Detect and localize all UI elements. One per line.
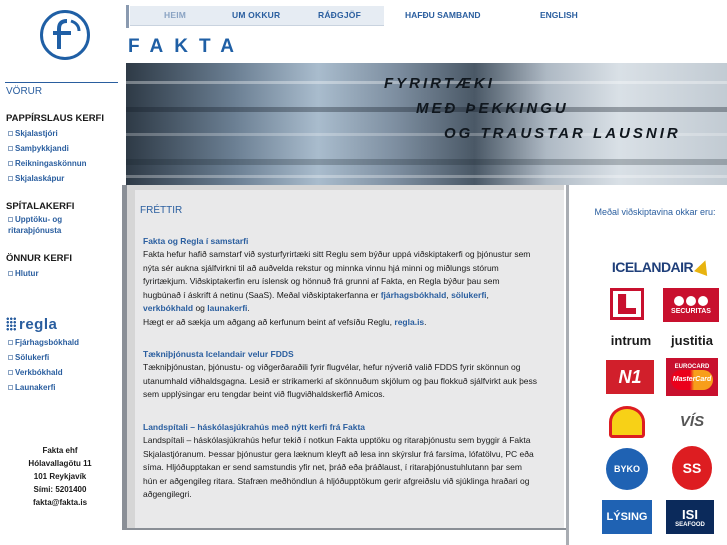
- fakta-logo[interactable]: [40, 10, 90, 60]
- english-link[interactable]: ENGLISH: [540, 10, 578, 20]
- bullet-icon: [8, 176, 13, 182]
- company-address: Fakta ehf Hólavallagötu 11 101 Reykjavík…: [20, 444, 100, 509]
- news-heading: FRÉTTIR: [140, 205, 183, 216]
- address-street: Hólavallagötu 11: [28, 459, 92, 468]
- tab-heim[interactable]: HEIM: [164, 10, 186, 20]
- banner-line-1: FYRIRTÆKI: [384, 75, 495, 92]
- shell-icon: [609, 406, 645, 438]
- main-nav: HEIM UM OKKUR RÁÐGJÖF: [130, 6, 384, 26]
- tab-um-okkur[interactable]: UM OKKUR: [232, 10, 280, 20]
- news-body: Landspítali – háskólasjúkrahús hefur tek…: [143, 435, 534, 499]
- bullet-icon: [8, 271, 13, 277]
- bullet-icon: [8, 340, 13, 346]
- bullet-icon: [8, 131, 13, 137]
- logo-byko[interactable]: BYKO: [606, 448, 648, 490]
- sidebar-item-verkbokhald[interactable]: Verkbókhald: [8, 367, 63, 378]
- bullet-icon: [8, 217, 13, 223]
- securitas-dots-icon: [674, 295, 708, 306]
- sidebar-item-upptoku[interactable]: Upptöku- og ritaraþjónusta: [8, 214, 88, 236]
- sidebar-section-spitalakerfi: SPÍTALAKERFI: [6, 201, 75, 212]
- hero-banner: FYRIRTÆKI MEÐ ÞEKKINGU OG TRAUSTAR LAUSN…: [126, 63, 727, 185]
- sidebar-item-skjalaskapur[interactable]: Skjalaskápur: [8, 173, 64, 184]
- bullet-icon: [8, 355, 13, 361]
- banner-line-2: MEÐ ÞEKKINGU: [416, 100, 569, 117]
- address-phone: Sími: 5201400: [33, 485, 87, 494]
- tab-radgjof[interactable]: RÁÐGJÖF: [318, 10, 361, 20]
- banner-line-3: OG TRAUSTAR LAUSNIR: [444, 125, 681, 142]
- regla-logo[interactable]: regla: [6, 316, 57, 333]
- sidebar-top-rule: [5, 82, 118, 83]
- sidebar-item-launakerfi[interactable]: Launakerfi: [8, 382, 55, 393]
- logo-ss[interactable]: SS: [672, 446, 712, 490]
- logo-shell[interactable]: [606, 402, 648, 442]
- sidebar-section-onnur-kerfi: ÖNNUR KERFI: [6, 253, 72, 264]
- page: HEIM UM OKKUR RÁÐGJÖF HAFÐU SAMBAND ENGL…: [0, 0, 727, 545]
- news-item: Fakta og Regla í samstarfi Fakta hefur h…: [143, 235, 538, 329]
- link-solukerfi[interactable]: sölukerfi: [451, 290, 486, 300]
- regla-dots-icon: [6, 317, 16, 331]
- logo-isi-seafood[interactable]: ISI SEAFOOD: [666, 500, 714, 534]
- logo-vis[interactable]: VÍS: [670, 405, 714, 437]
- sidebar-item-hlutur[interactable]: Hlutur: [8, 268, 39, 279]
- bullet-icon: [8, 370, 13, 376]
- sidebar-item-sampykkjandi[interactable]: Samþykkjandi: [8, 143, 69, 154]
- sidebar-section-pappirslaus: PAPPÍRSLAUS KERFI: [6, 113, 105, 124]
- sidebar-item-reikningaskonnun[interactable]: Reikningaskönnun: [8, 158, 87, 169]
- logo-n1[interactable]: N1: [606, 360, 654, 394]
- news-body: Tækniþjónustan, þjónustu- og viðgerðarað…: [143, 362, 538, 399]
- news-title[interactable]: Landspítali – háskólasjúkrahús með nýtt …: [143, 421, 538, 434]
- link-verkbokhald[interactable]: verkbókhald: [143, 303, 193, 313]
- sidebar-item-fjarhagsbokhald[interactable]: Fjárhagsbókhald: [8, 337, 79, 348]
- icelandair-wing-icon: [694, 258, 713, 276]
- content-right-border: [566, 185, 569, 545]
- bullet-icon: [8, 385, 13, 391]
- sidebar-vorur[interactable]: VÖRUR: [6, 86, 42, 97]
- content-bottom-border: [122, 528, 566, 530]
- logo-lysing[interactable]: LÝSING: [602, 500, 652, 534]
- address-email[interactable]: fakta@fakta.is: [20, 496, 100, 509]
- nav-divider: [126, 5, 129, 28]
- partners-heading: Meðal viðskiptavina okkar eru:: [594, 207, 716, 217]
- sidebar-item-solukerfi[interactable]: Sölukerfi: [8, 352, 49, 363]
- logo-justitia[interactable]: justitia: [663, 330, 721, 350]
- link-launakerfi[interactable]: launakerfi: [207, 303, 247, 313]
- news-title[interactable]: Tækniþjónusta Icelandair velur FDDS: [143, 348, 538, 361]
- link-fjarhagsbokhald[interactable]: fjárhagsbókhald: [381, 290, 447, 300]
- sidebar-item-skjalastjori[interactable]: Skjalastjóri: [8, 128, 58, 139]
- bullet-icon: [8, 161, 13, 167]
- news-item: Landspítali – háskólasjúkrahús með nýtt …: [143, 421, 538, 502]
- news-item: Tækniþjónusta Icelandair velur FDDS Tækn…: [143, 348, 538, 402]
- address-city: 101 Reykjavík: [33, 472, 87, 481]
- logo-eurocard-mastercard[interactable]: EUROCARD MasterCard: [666, 358, 718, 396]
- logo-intrum[interactable]: intrum: [602, 330, 660, 350]
- logo-icelandair[interactable]: ICELANDAIR: [600, 252, 722, 282]
- link-regla[interactable]: regla.is: [394, 317, 424, 327]
- address-company: Fakta ehf: [42, 446, 78, 455]
- logo-securitas[interactable]: SECURITAS: [663, 288, 719, 322]
- fakta-wordmark: FAKTA: [128, 36, 245, 57]
- news-body: Fakta hefur hafið samstarf við systurfyr…: [143, 249, 531, 327]
- fakta-f-icon: [53, 19, 81, 49]
- landsbankinn-l-icon: [618, 294, 636, 314]
- bullet-icon: [8, 146, 13, 152]
- news-title[interactable]: Fakta og Regla í samstarfi: [143, 235, 538, 248]
- contact-link[interactable]: HAFÐU SAMBAND: [405, 10, 481, 20]
- logo-landsbankinn[interactable]: [610, 288, 644, 320]
